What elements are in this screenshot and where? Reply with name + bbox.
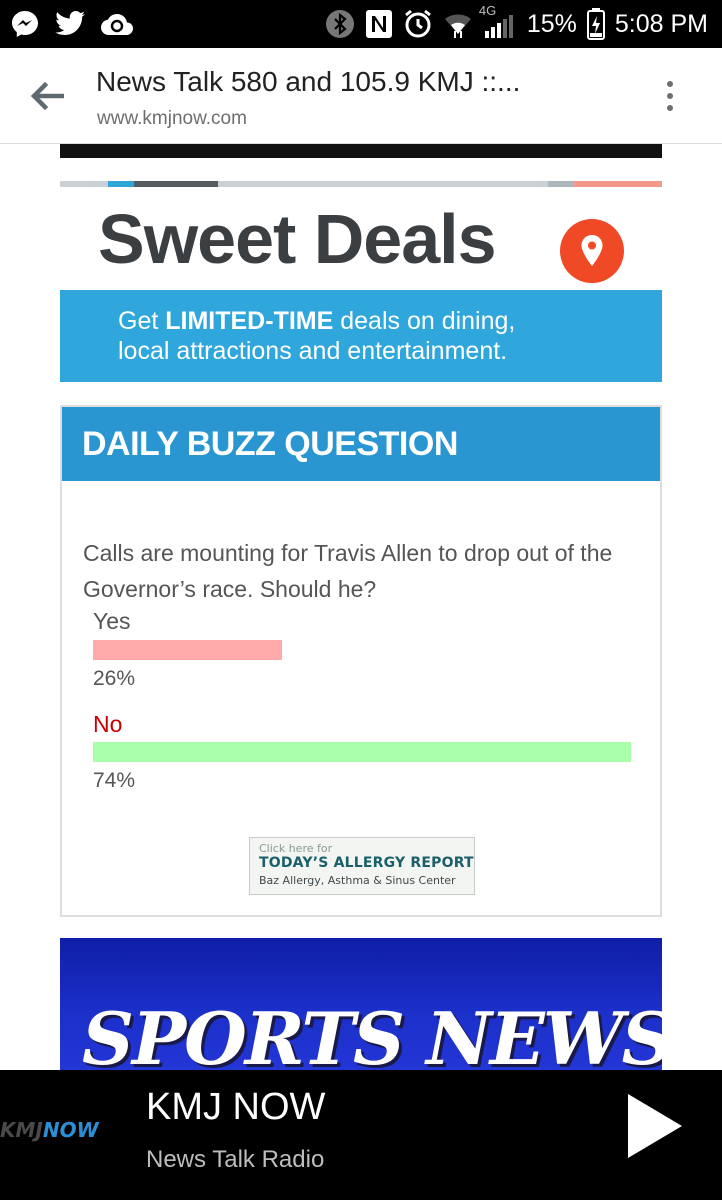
color-stripe <box>60 181 662 187</box>
menu-dot-icon <box>667 93 673 99</box>
poll-option-no-bar <box>93 742 631 762</box>
sweet-deals-banner: Get LIMITED-TIME deals on dining, local … <box>60 290 662 382</box>
poll-option-no-label: No <box>93 711 123 737</box>
overflow-menu-button[interactable] <box>656 78 684 114</box>
location-pin-icon <box>560 219 624 283</box>
page-url[interactable]: www.kmjnow.com <box>97 108 247 130</box>
network-type-label: 4G <box>478 3 497 18</box>
battery-icon <box>586 8 605 40</box>
banner-text-bold: LIMITED-TIME <box>165 307 334 335</box>
ad-banner-bottom-edge[interactable] <box>60 144 662 158</box>
allergy-ad-line1: Click here for <box>259 842 333 855</box>
menu-dot-icon <box>667 81 673 87</box>
battery-percent: 15% <box>526 9 577 38</box>
browser-header: News Talk 580 and 105.9 KMJ ::... www.km… <box>0 48 722 144</box>
signal-icon: 4G <box>479 3 517 39</box>
poll-option-yes-percent: 26% <box>93 667 136 690</box>
banner-text-prefix: Get <box>118 307 159 335</box>
status-bar: 4G 15% 5:08 PM <box>0 0 722 48</box>
twitter-icon <box>54 10 86 38</box>
bluetooth-icon <box>325 9 355 39</box>
media-player-bar[interactable]: KMJ NOW KMJ NOW News Talk Radio <box>0 1070 722 1200</box>
play-icon <box>628 1094 682 1158</box>
daily-buzz-header: DAILY BUZZ QUESTION <box>62 407 660 481</box>
wifi-icon <box>443 9 473 39</box>
player-title: KMJ NOW <box>146 1086 326 1128</box>
cloud-icon <box>100 10 134 38</box>
clock-time: 5:08 PM <box>614 9 708 38</box>
play-button[interactable] <box>622 1090 686 1162</box>
page-title: News Talk 580 and 105.9 KMJ ::... <box>96 66 521 97</box>
sweet-deals-title: Sweet Deals <box>98 200 497 278</box>
messenger-icon <box>10 9 40 39</box>
sweet-deals-ad[interactable]: Sweet Deals Get LIMITED-TIME deals on di… <box>60 181 662 382</box>
screen: 4G 15% 5:08 PM News Talk 580 and 105.9 K… <box>0 0 722 1200</box>
banner-text-suffix: deals on dining, <box>340 307 516 335</box>
nfc-icon <box>365 9 393 39</box>
sports-news-banner[interactable]: SPORTS NEWS <box>60 938 662 1070</box>
poll-option-yes-label: Yes <box>93 608 131 634</box>
daily-buzz-widget: DAILY BUZZ QUESTION Calls are mounting f… <box>60 405 662 917</box>
alarm-icon <box>403 9 433 39</box>
sports-news-text: SPORTS NEWS <box>82 996 662 1070</box>
allergy-ad-line2: TODAY’S ALLERGY REPORT <box>259 855 474 871</box>
logo-text-kmj: KMJ <box>0 1118 43 1142</box>
player-subtitle: News Talk Radio <box>146 1146 325 1173</box>
menu-dot-icon <box>667 105 673 111</box>
back-arrow-icon <box>30 82 64 110</box>
logo-text-now: NOW <box>42 1118 99 1142</box>
station-logo: KMJ NOW <box>0 1112 128 1148</box>
poll-option-yes-bar <box>93 640 282 660</box>
poll-question: Calls are mounting for Travis Allen to d… <box>83 540 613 602</box>
poll-option-no-percent: 74% <box>93 769 136 792</box>
back-button[interactable] <box>26 78 68 114</box>
allergy-report-ad[interactable]: Click here for TODAY’S ALLERGY REPORT Ba… <box>249 837 475 895</box>
banner-text-line2: local attractions and entertainment. <box>118 337 508 365</box>
allergy-ad-line3: Baz Allergy, Asthma & Sinus Center <box>259 874 456 887</box>
